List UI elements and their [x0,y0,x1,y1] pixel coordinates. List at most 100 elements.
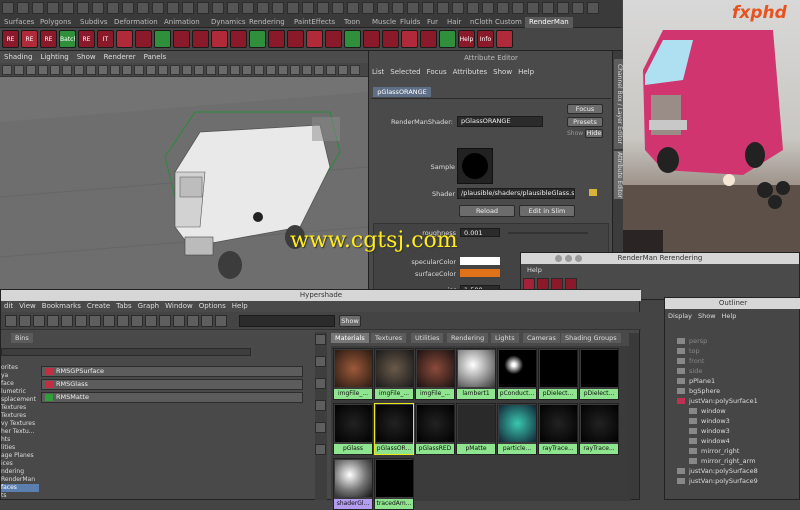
toolbar-icon[interactable] [227,2,239,14]
toolbar-icon[interactable] [2,2,14,14]
shelf-icon[interactable]: RE [21,30,38,48]
attribute-menu-item[interactable]: Show [493,68,512,76]
viewport-tool-icon[interactable] [254,65,264,75]
viewport-tool-icon[interactable] [242,65,252,75]
hide-button[interactable]: Hide [585,129,603,138]
toolbar-icon[interactable] [62,2,74,14]
toolbar-icon[interactable] [482,2,494,14]
shelf-icon[interactable] [363,30,380,48]
viewport-tool-icon[interactable] [38,65,48,75]
toolbar-icon[interactable] [287,2,299,14]
toolbar-icon[interactable] [407,2,419,14]
shelf-icon[interactable]: RE [78,30,95,48]
material-swatch[interactable]: particle... [497,403,537,455]
tool-icon[interactable] [315,356,326,367]
outliner-item[interactable]: justVan:polySurface9 [665,476,800,486]
shelf-tab[interactable]: Surfaces [0,17,38,28]
viewport-tool-icon[interactable] [278,65,288,75]
viewport-tool-icon[interactable] [134,65,144,75]
shelf-icon[interactable]: RE [2,30,19,48]
tool-icon[interactable] [315,378,326,389]
attribute-editor-tab[interactable]: Attribute Editor [614,151,623,199]
focus-button[interactable]: Focus [567,104,603,114]
channel-box-tab[interactable]: Channel Box / Layer Editor [614,59,623,149]
viewport-menu-item[interactable]: Lighting [40,53,68,61]
toolbar-icon[interactable] [557,2,569,14]
shelf-tab[interactable]: Dynamics [207,17,250,28]
material-swatch[interactable]: imgFile_... [374,348,414,400]
viewport-tool-icon[interactable] [182,65,192,75]
close-icon[interactable] [555,255,562,262]
toolbar-icon[interactable] [587,2,599,14]
viewport-tool-icon[interactable] [74,65,84,75]
viewport-tool-icon[interactable] [302,65,312,75]
toolbar-icon[interactable] [152,2,164,14]
viewport-tool-icon[interactable] [218,65,228,75]
material-swatch[interactable]: pGlass [333,403,373,455]
shader-path-field[interactable]: /plausible/shaders/plausibleGlass.slo [457,188,575,199]
toolbar-icon[interactable] [572,2,584,14]
viewport-tool-icon[interactable] [110,65,120,75]
shelf-tab[interactable]: Fluids [396,17,424,28]
rerendering-help-menu[interactable]: Help [527,266,542,274]
viewport-tool-icon[interactable] [122,65,132,75]
minimize-icon[interactable] [565,255,572,262]
presets-button[interactable]: Presets [567,117,603,127]
roughness-slider[interactable] [508,232,588,234]
shelf-icon[interactable] [173,30,190,48]
shelf-icon[interactable]: Batch [59,30,76,48]
toolbar-icon[interactable] [332,2,344,14]
viewport-tool-icon[interactable] [26,65,36,75]
shelf-tab[interactable]: Custom [491,17,526,28]
toolbar-icon[interactable] [497,2,509,14]
roughness-field[interactable]: 0.001 [460,228,500,237]
outliner-item[interactable]: pPlane1 [665,376,800,386]
outliner-item[interactable]: side [665,366,800,376]
hypershade-tab[interactable]: Materials [331,333,369,343]
toolbar-icon[interactable] [452,2,464,14]
shelf-icon[interactable] [287,30,304,48]
outliner-item[interactable]: persp [665,336,800,346]
material-swatch[interactable]: pDielect... [538,348,578,400]
node-tab[interactable]: pGlassORANGE [373,87,431,97]
shelf-icon[interactable] [496,30,513,48]
toolbar-icon[interactable] [467,2,479,14]
toolbar-icon[interactable] [437,2,449,14]
shelf-tab[interactable]: Animation [160,17,204,28]
outliner-item[interactable]: window [665,406,800,416]
outliner-item[interactable]: bgSphere [665,386,800,396]
toolbar-icon[interactable] [197,2,209,14]
outliner-item[interactable]: window3 [665,416,800,426]
toolbar-icon[interactable] [527,2,539,14]
outliner-item[interactable]: front [665,356,800,366]
viewport-tool-icon[interactable] [194,65,204,75]
viewport-tool-icon[interactable] [2,65,12,75]
viewport-menu-item[interactable]: Panels [144,53,167,61]
shelf-icon[interactable] [382,30,399,48]
show-button[interactable]: Show [339,315,361,327]
toolbar-icon[interactable] [92,2,104,14]
hypershade-tab[interactable]: Shading Groups [561,333,621,343]
material-swatch[interactable]: lambert1 [456,348,496,400]
toolbar-icon[interactable] [422,2,434,14]
shelf-icon[interactable] [401,30,418,48]
attribute-menu-item[interactable]: Attributes [453,68,488,76]
viewport-tool-icon[interactable] [50,65,60,75]
shelf-icon[interactable] [154,30,171,48]
toolbar-icon[interactable] [362,2,374,14]
maximize-icon[interactable] [575,255,582,262]
viewport-tool-icon[interactable] [86,65,96,75]
viewport-tool-icon[interactable] [350,65,360,75]
outliner-item[interactable]: justVan:polySurface8 [665,466,800,476]
toolbar-icon[interactable] [167,2,179,14]
attribute-menu-item[interactable]: Focus [427,68,447,76]
viewport-tool-icon[interactable] [98,65,108,75]
material-swatch[interactable]: shaderGl... [333,458,373,510]
viewport-tool-icon[interactable] [314,65,324,75]
viewport-tool-icon[interactable] [146,65,156,75]
shelf-tab[interactable]: Toon [340,17,364,28]
tool-icon[interactable] [315,334,326,345]
shelf-tab[interactable]: Deformation [110,17,162,28]
viewport-tool-icon[interactable] [266,65,276,75]
outliner-item[interactable]: top [665,346,800,356]
